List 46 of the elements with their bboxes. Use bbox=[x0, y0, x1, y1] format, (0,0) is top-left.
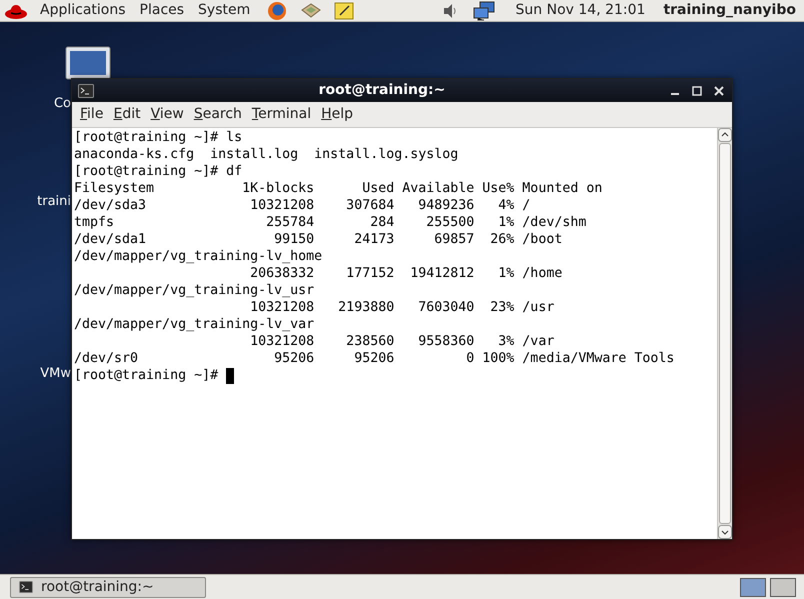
terminal-line: /dev/mapper/vg_training-lv_var bbox=[74, 316, 314, 333]
user-name[interactable]: training_nanyibo bbox=[663, 0, 796, 21]
scrollbar-thumb[interactable] bbox=[719, 143, 731, 524]
menu-item[interactable]: File bbox=[76, 104, 108, 125]
terminal-line: /dev/mapper/vg_training-lv_usr bbox=[74, 282, 314, 299]
maximize-icon[interactable] bbox=[692, 86, 702, 96]
terminal-prompt: [root@training ~]# bbox=[74, 367, 220, 384]
desktop-icon-label[interactable]: Co bbox=[54, 94, 71, 114]
terminal-line: /dev/sda3 10321208 307684 9489236 4% / bbox=[74, 197, 530, 214]
menu-item[interactable]: Terminal bbox=[248, 104, 316, 125]
scroll-up-icon[interactable] bbox=[718, 128, 732, 142]
menu-item[interactable]: Search bbox=[190, 104, 246, 125]
panel-menu[interactable]: Applications bbox=[38, 0, 128, 21]
menu-item[interactable]: Edit bbox=[109, 104, 145, 125]
panel-menu[interactable]: System bbox=[196, 0, 252, 21]
panel-menu[interactable]: Places bbox=[138, 0, 186, 21]
window-title: root@training:~ bbox=[318, 81, 446, 100]
workspace-tile[interactable] bbox=[740, 578, 766, 596]
terminal-line: tmpfs 255784 284 255500 1% /dev/shm bbox=[74, 214, 586, 231]
terminal-line: anaconda-ks.cfg install.log install.log.syslog bbox=[74, 146, 458, 163]
text-cursor bbox=[226, 368, 234, 384]
computer-icon bbox=[65, 46, 111, 80]
terminal-line: 10321208 238560 9558360 3% /var bbox=[249, 333, 554, 350]
workspace-tile[interactable] bbox=[770, 578, 796, 596]
terminal-line: Filesystem 1K-blocks Used Available Use% Mounted on bbox=[74, 180, 602, 197]
scrollbar[interactable] bbox=[717, 128, 732, 539]
globe-icon[interactable] bbox=[266, 0, 288, 20]
terminal-line: /dev/sda1 99150 24173 69857 26% /boot bbox=[74, 231, 562, 248]
terminal-line: [root@training ~]# ls bbox=[74, 129, 242, 146]
terminal-line: /dev/mapper/vg_training-lv_home bbox=[74, 248, 322, 265]
notepad-icon[interactable] bbox=[334, 0, 354, 20]
menu-item[interactable]: Help bbox=[317, 104, 358, 125]
network-icon[interactable] bbox=[472, 0, 496, 20]
terminal-line: /dev/sr0 95206 95206 0 100% /media/VMware Tools bbox=[74, 350, 674, 367]
scroll-down-icon[interactable] bbox=[718, 525, 732, 539]
menu-item[interactable]: View bbox=[146, 104, 188, 125]
terminal-icon bbox=[78, 84, 94, 98]
taskbar-button[interactable]: root@training:~ bbox=[10, 576, 206, 598]
terminal-icon bbox=[19, 581, 33, 593]
desktop-icon-label[interactable]: traini bbox=[37, 192, 71, 212]
desktop-icon-label[interactable]: VMw bbox=[40, 364, 71, 384]
terminal-line: 20638332 177152 19412812 1% /home bbox=[249, 265, 562, 282]
terminal-line: 10321208 2193880 7603040 23% /usr bbox=[249, 299, 554, 316]
terminal-line: [root@training ~]# df bbox=[74, 163, 242, 180]
clock[interactable]: Sun Nov 14, 21:01 bbox=[516, 0, 646, 21]
close-icon[interactable] bbox=[714, 86, 724, 96]
